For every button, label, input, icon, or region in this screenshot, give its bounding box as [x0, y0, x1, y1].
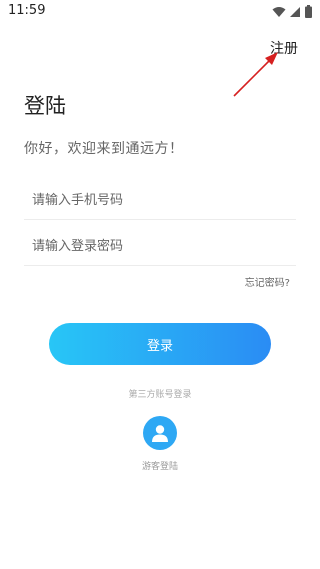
signal-icon	[290, 6, 300, 17]
login-button[interactable]: 登录	[49, 323, 271, 365]
status-icons	[272, 5, 312, 18]
page-title: 登陆	[24, 94, 66, 118]
status-bar: 11:59	[0, 0, 320, 24]
user-icon	[152, 425, 168, 442]
guest-login-label[interactable]: 游客登陆	[0, 459, 320, 472]
login-screen: 11:59 注册 登陆 你好，欢迎来到通远方！ 忘记密码? 登录 第三方账号登录	[0, 0, 320, 569]
third-party-login-label: 第三方账号登录	[128, 390, 192, 400]
wifi-icon	[272, 6, 286, 17]
guest-login-button[interactable]	[143, 416, 177, 450]
status-time: 11:59	[8, 3, 46, 18]
password-field-row	[24, 228, 296, 266]
battery-icon	[305, 5, 312, 18]
forgot-password-link[interactable]: 忘记密码?	[245, 274, 290, 289]
welcome-text: 你好，欢迎来到通远方！	[24, 141, 184, 157]
phone-input[interactable]	[24, 182, 296, 219]
password-input[interactable]	[24, 228, 296, 265]
register-link[interactable]: 注册	[270, 38, 298, 58]
phone-field-row	[24, 182, 296, 220]
